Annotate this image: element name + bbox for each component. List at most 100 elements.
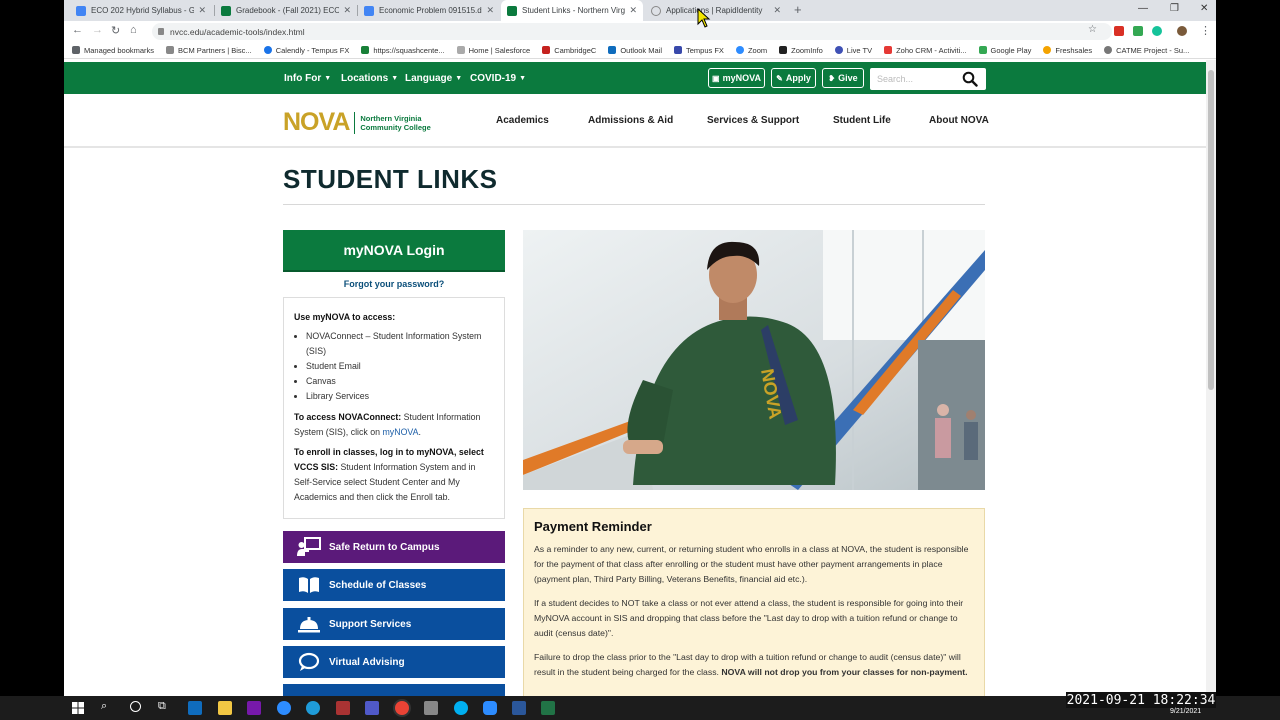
close-icon[interactable]: ✕ xyxy=(773,5,781,16)
outlook-taskbar-icon[interactable] xyxy=(188,701,202,715)
menu-icon[interactable]: ⋮ xyxy=(1200,24,1211,37)
bookmark-item[interactable]: Freshsales xyxy=(1043,46,1092,55)
bookmark-item[interactable]: Zoho CRM - Activiti... xyxy=(884,46,967,55)
bookmark-item[interactable]: Live TV xyxy=(834,46,872,55)
bookmark-item[interactable]: Outlook Mail xyxy=(608,46,662,55)
zoom-taskbar-icon[interactable] xyxy=(277,701,291,715)
bookmark-item[interactable]: Home | Salesforce xyxy=(456,46,530,55)
search-icon[interactable]: ⌕ xyxy=(101,700,107,713)
close-icon[interactable]: ✕ xyxy=(629,5,637,16)
mynova-link[interactable]: myNOVA xyxy=(382,427,418,437)
mynova-info-box: Use myNOVA to access: NOVAConnect – Stud… xyxy=(283,297,505,519)
nav-services-support[interactable]: Services & Support xyxy=(707,94,799,146)
bookmark-item[interactable]: CATME Project - Su... xyxy=(1104,46,1189,55)
mynova-login-button[interactable]: myNOVA Login xyxy=(283,230,505,272)
calculator-taskbar-icon[interactable] xyxy=(424,701,438,715)
bookmark-item[interactable]: Tempus FX xyxy=(674,46,724,55)
forward-icon[interactable]: → xyxy=(92,24,103,36)
book-icon xyxy=(299,577,319,593)
presenter-icon xyxy=(297,537,321,556)
tab-economic-problem[interactable]: Economic Problem 091515.doc ✕ xyxy=(358,0,500,21)
bookmark-item[interactable]: Google Play xyxy=(978,46,1031,55)
new-tab-button[interactable]: + xyxy=(794,2,802,17)
bookmark-star-icon[interactable]: ☆ xyxy=(1088,24,1097,35)
bookmark-item[interactable]: BCM Partners | Bisc... xyxy=(166,46,252,55)
teams-taskbar-icon[interactable] xyxy=(365,701,379,715)
divider xyxy=(283,204,985,205)
rapididentity-icon xyxy=(651,5,661,16)
topnav-covid[interactable]: COVID-19 ▼ xyxy=(470,62,526,94)
windows-start-icon[interactable] xyxy=(72,702,84,714)
zoom-taskbar-icon[interactable] xyxy=(483,701,497,715)
bookmark-item[interactable]: Managed bookmarks xyxy=(72,46,154,55)
lock-icon xyxy=(158,28,164,35)
search-icon[interactable] xyxy=(962,71,978,87)
restore-icon[interactable]: ❐ xyxy=(1170,3,1179,14)
topnav-language[interactable]: Language ▼ xyxy=(405,62,462,94)
nav-student-life[interactable]: Student Life xyxy=(833,94,891,146)
tab-eco-syllabus[interactable]: ECO 202 Hybrid Syllabus - Goog ✕ xyxy=(70,0,212,21)
onenote-taskbar-icon[interactable] xyxy=(247,701,261,715)
browser-window: ECO 202 Hybrid Syllabus - Goog ✕ Gradebo… xyxy=(64,0,1216,696)
acrobat-extension-icon[interactable] xyxy=(1114,26,1124,36)
payment-paragraph: Failure to drop the class prior to the "… xyxy=(534,652,968,677)
minimize-icon[interactable]: — xyxy=(1138,3,1148,14)
bookmark-item[interactable]: Calendly - Tempus FX xyxy=(263,46,349,55)
profile-avatar[interactable] xyxy=(1177,26,1187,36)
page-scrollbar[interactable] xyxy=(1206,60,1216,696)
back-icon[interactable]: ← xyxy=(72,24,83,36)
give-button[interactable]: ❥ Give xyxy=(822,68,864,88)
main-navigation: NOVA Northern Virginia Community College … xyxy=(64,94,1206,148)
nav-academics[interactable]: Academics xyxy=(496,94,549,146)
extension-icon[interactable] xyxy=(1133,26,1143,36)
tab-student-links[interactable]: Student Links - Northern Virgini ✕ xyxy=(501,0,643,21)
reload-icon[interactable]: ↻ xyxy=(111,24,120,37)
chrome-taskbar-icon[interactable] xyxy=(395,701,409,715)
tab-rapididentity[interactable]: Applications | RapidIdentity ✕ xyxy=(645,0,787,21)
close-icon[interactable]: ✕ xyxy=(486,5,494,16)
grammarly-extension-icon[interactable] xyxy=(1152,26,1162,36)
pencil-icon: ✎ xyxy=(776,73,783,83)
bookmark-item[interactable]: ZoomInfo xyxy=(779,46,823,55)
tab-gradebook[interactable]: Gradebook - (Fall 2021) ECO 20 ✕ xyxy=(215,0,357,21)
mynova-button[interactable]: ▣ myNOVA xyxy=(708,68,765,88)
forgot-password-link[interactable]: Forgot your password? xyxy=(283,279,505,289)
taskbar-date: 9/21/2021 xyxy=(1170,708,1202,715)
support-services-button[interactable]: Support Services xyxy=(283,608,505,640)
file-explorer-taskbar-icon[interactable] xyxy=(218,701,232,715)
schedule-of-classes-button[interactable]: Schedule of Classes xyxy=(283,569,505,601)
window-close-icon[interactable]: ✕ xyxy=(1200,3,1208,14)
bookmark-item[interactable]: CambridgeC xyxy=(542,46,596,55)
access-list: NOVAConnect – Student Information System… xyxy=(294,329,494,404)
task-view-icon[interactable]: ⧉ xyxy=(158,700,166,713)
close-icon[interactable]: ✕ xyxy=(343,5,351,16)
more-links-button[interactable] xyxy=(283,684,505,696)
payment-reminder-title: Payment Reminder xyxy=(534,519,652,534)
apply-button[interactable]: ✎ Apply xyxy=(771,68,816,88)
word-taskbar-icon[interactable] xyxy=(512,701,526,715)
bookmark-item[interactable]: https://squashcente... xyxy=(361,46,445,55)
close-icon[interactable]: ✕ xyxy=(198,5,206,16)
chevron-down-icon: ▼ xyxy=(324,74,332,82)
app-taskbar-icon[interactable] xyxy=(336,701,350,715)
home-icon[interactable]: ⌂ xyxy=(130,24,137,36)
nova-icon xyxy=(507,5,517,16)
bookmark-item[interactable]: Zoom xyxy=(735,46,767,55)
nav-about-nova[interactable]: About NOVA xyxy=(929,94,989,146)
url-field[interactable]: nvcc.edu/academic-tools/index.html xyxy=(152,23,1112,40)
skype-taskbar-icon[interactable] xyxy=(454,701,468,715)
chevron-down-icon: ▼ xyxy=(455,74,463,82)
virtual-advising-button[interactable]: Virtual Advising xyxy=(283,646,505,678)
scroll-thumb[interactable] xyxy=(1208,70,1214,390)
nova-logo[interactable]: NOVA Northern Virginia Community College xyxy=(283,108,431,137)
edge-taskbar-icon[interactable] xyxy=(306,701,320,715)
topnav-info-for[interactable]: Info For ▼ xyxy=(284,62,331,94)
utility-bar: Info For ▼ Locations ▼ Language ▼ COVID-19 ▼… xyxy=(64,62,1206,94)
nav-admissions-aid[interactable]: Admissions & Aid xyxy=(588,94,673,146)
service-bell-icon xyxy=(298,617,320,633)
cortana-icon[interactable] xyxy=(130,701,141,712)
excel-taskbar-icon[interactable] xyxy=(541,701,555,715)
chevron-down-icon: ▼ xyxy=(391,74,399,82)
topnav-locations[interactable]: Locations ▼ xyxy=(341,62,398,94)
safe-return-button[interactable]: Safe Return to Campus xyxy=(283,531,505,563)
